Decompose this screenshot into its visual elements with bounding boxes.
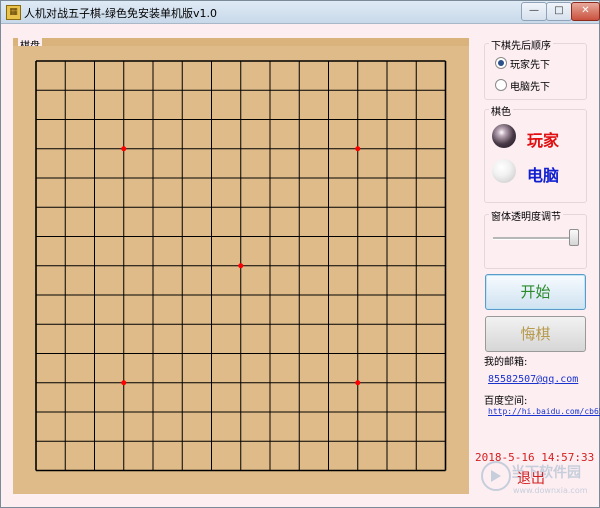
undo-button[interactable]: 悔棋	[485, 316, 586, 352]
player-first-radio[interactable]	[495, 57, 507, 69]
maximize-button[interactable]: □	[546, 2, 572, 21]
email-label: 我的邮箱:	[484, 357, 528, 368]
start-button[interactable]: 开始	[485, 274, 586, 310]
opacity-group: 窗体透明度调节	[484, 208, 587, 269]
opacity-legend: 窗体透明度调节	[489, 208, 563, 223]
minimize-button[interactable]: —	[521, 2, 547, 21]
stone-color-legend: 棋色	[489, 103, 513, 118]
space-label: 百度空间:	[484, 396, 528, 407]
close-button[interactable]: ✕	[571, 2, 600, 21]
window-title: 人机对战五子棋-绿色免安装单机版v1.0	[24, 7, 217, 20]
space-link[interactable]: http://hi.baidu.com/cb65	[488, 407, 600, 416]
board-star-point	[238, 263, 244, 269]
board-star-point	[121, 380, 127, 386]
board-star-point	[121, 146, 127, 152]
player-first-label[interactable]: 玩家先下	[510, 56, 550, 71]
game-board[interactable]	[13, 38, 469, 494]
player-stone-icon	[492, 124, 516, 148]
board-group: 棋盘	[13, 37, 469, 494]
turn-order-group: 下棋先后顺序 玩家先下 电脑先下	[484, 37, 587, 100]
clock-display: 2018-5-16 14:57:33	[475, 451, 595, 464]
computer-stone-icon	[492, 159, 516, 183]
computer-first-label[interactable]: 电脑先下	[510, 78, 550, 93]
main-window: ▦ 人机对战五子棋-绿色免安装单机版v1.0 — □ ✕ 棋盘 下棋先后顺序 玩…	[0, 0, 600, 508]
opacity-slider-thumb[interactable]	[569, 229, 579, 246]
player-color-label: 玩家	[527, 131, 560, 150]
opacity-slider-track[interactable]	[493, 237, 577, 240]
email-link[interactable]: 85582507@qq.com	[488, 374, 578, 385]
board-star-point	[355, 146, 361, 152]
app-icon: ▦	[6, 5, 21, 20]
exit-button[interactable]: 退出	[517, 468, 545, 488]
stone-color-group: 棋色 玩家 电脑	[484, 103, 587, 203]
title-bar[interactable]: ▦ 人机对战五子棋-绿色免安装单机版v1.0 — □ ✕	[1, 1, 600, 24]
turn-order-legend: 下棋先后顺序	[489, 37, 553, 52]
board-star-point	[355, 380, 361, 386]
computer-first-radio[interactable]	[495, 79, 507, 91]
computer-color-label: 电脑	[527, 166, 560, 185]
watermark-logo-icon	[481, 461, 511, 491]
